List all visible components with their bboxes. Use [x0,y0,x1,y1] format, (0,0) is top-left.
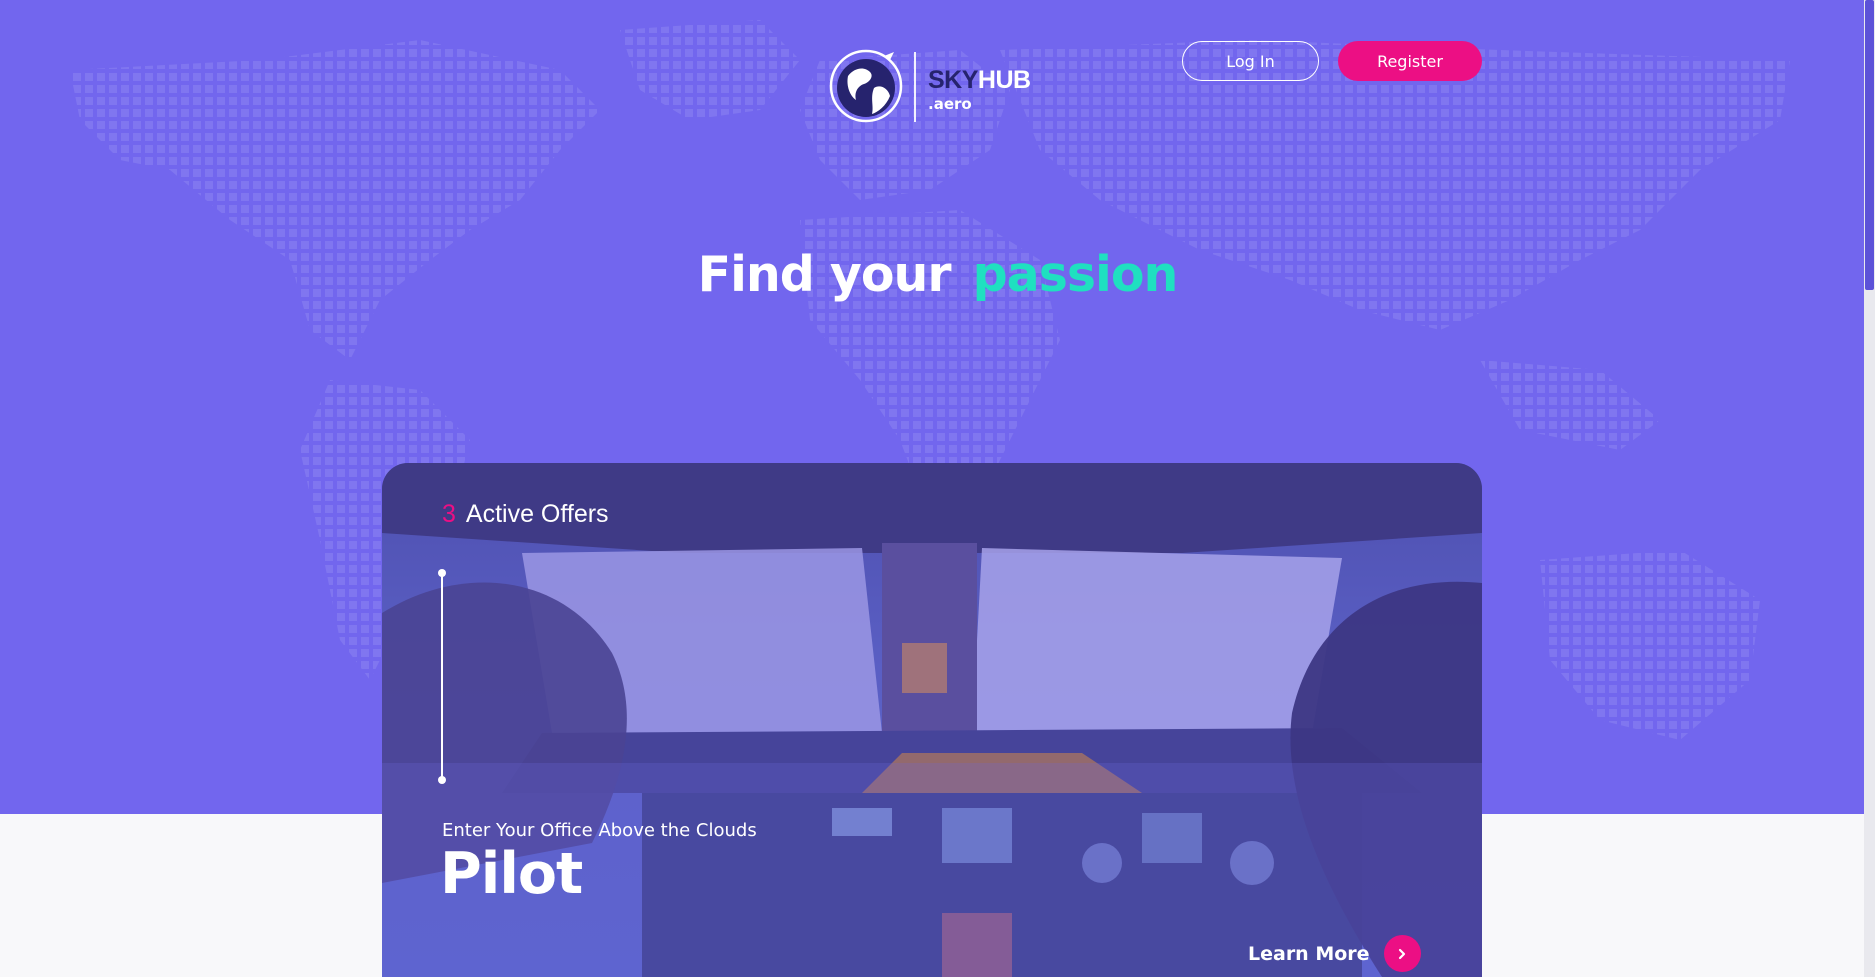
chevron-right-icon [1398,948,1406,959]
site-logo[interactable]: SKYHUB .aero [824,48,1031,124]
learn-more-link[interactable]: Learn More [1248,935,1421,972]
offers-text: Active Offers [465,500,609,528]
progress-line [441,573,443,780]
offer-title: Pilot [440,841,583,907]
headline-prefix: Find your [697,246,952,303]
progress-dot-bottom [438,776,446,784]
logo-tld: .aero [928,95,972,113]
logo-hub: HUB [977,66,1031,94]
hero-headline: Find your passion [0,246,1875,303]
globe-icon [829,49,903,123]
active-offers-label: 3 Active Offers [442,500,609,529]
logo-divider [914,52,916,122]
offer-subtitle: Enter Your Office Above the Clouds [442,820,757,841]
scrollbar-track[interactable] [1864,0,1875,977]
career-offer-card[interactable]: 3 Active Offers Enter Your Office Above … [382,463,1482,977]
headline-highlight: passion [972,246,1179,303]
learn-more-label: Learn More [1248,942,1370,965]
offers-count: 3 [442,500,456,528]
logo-sky: SKY [928,66,978,94]
progress-dot-top [438,569,446,577]
logo-wordmark: SKYHUB [928,68,1031,93]
login-button[interactable]: Log In [1182,41,1319,81]
register-button[interactable]: Register [1338,41,1482,81]
learn-more-button[interactable] [1383,935,1421,972]
